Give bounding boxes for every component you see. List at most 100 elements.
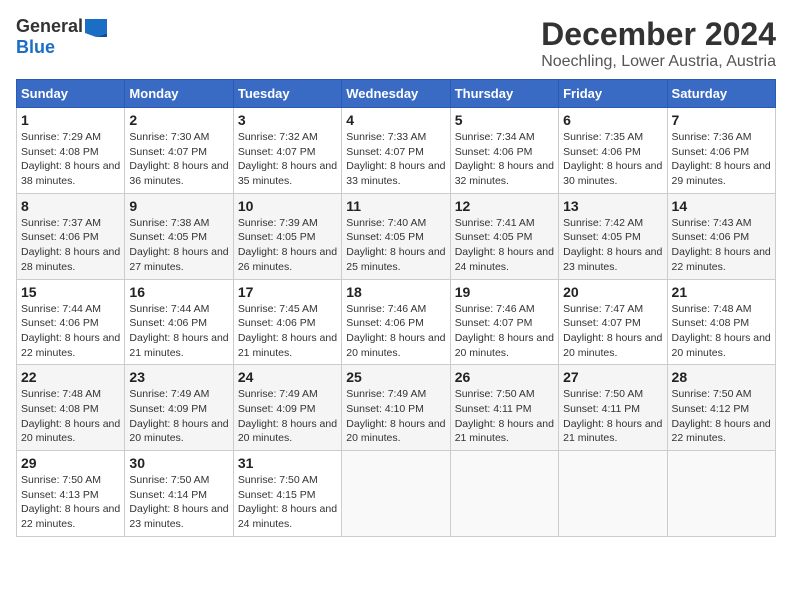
day-number: 31	[238, 455, 337, 471]
calendar-week-4: 22 Sunrise: 7:48 AMSunset: 4:08 PMDayligh…	[17, 365, 776, 451]
day-number: 15	[21, 284, 120, 300]
day-number: 10	[238, 198, 337, 214]
day-info: Sunrise: 7:40 AMSunset: 4:05 PMDaylight:…	[346, 216, 445, 275]
calendar-cell: 16 Sunrise: 7:44 AMSunset: 4:06 PMDayligh…	[125, 279, 233, 365]
logo: General Blue	[16, 16, 107, 58]
day-number: 20	[563, 284, 662, 300]
day-number: 28	[672, 369, 771, 385]
calendar-header-tuesday: Tuesday	[233, 80, 341, 108]
calendar-cell: 4 Sunrise: 7:33 AMSunset: 4:07 PMDaylight…	[342, 108, 450, 194]
calendar-week-2: 8 Sunrise: 7:37 AMSunset: 4:06 PMDaylight…	[17, 193, 776, 279]
day-number: 22	[21, 369, 120, 385]
day-info: Sunrise: 7:50 AMSunset: 4:12 PMDaylight:…	[672, 387, 771, 446]
day-info: Sunrise: 7:50 AMSunset: 4:13 PMDaylight:…	[21, 473, 120, 532]
day-info: Sunrise: 7:44 AMSunset: 4:06 PMDaylight:…	[129, 302, 228, 361]
calendar-cell	[342, 451, 450, 537]
day-info: Sunrise: 7:50 AMSunset: 4:15 PMDaylight:…	[238, 473, 337, 532]
day-info: Sunrise: 7:48 AMSunset: 4:08 PMDaylight:…	[672, 302, 771, 361]
calendar-cell: 10Sunrise: 7:39 AMSunset: 4:05 PMDayligh…	[233, 193, 341, 279]
day-number: 26	[455, 369, 554, 385]
day-info: Sunrise: 7:38 AMSunset: 4:05 PMDaylight:…	[129, 216, 228, 275]
day-number: 23	[129, 369, 228, 385]
day-number: 30	[129, 455, 228, 471]
calendar-cell: 18 Sunrise: 7:46 AMSunset: 4:06 PMDayligh…	[342, 279, 450, 365]
day-number: 3	[238, 112, 337, 128]
day-info: Sunrise: 7:30 AMSunset: 4:07 PMDaylight:…	[129, 130, 228, 189]
location-subtitle: Noechling, Lower Austria, Austria	[541, 53, 776, 71]
calendar-cell: 1Sunrise: 7:29 AMSunset: 4:08 PMDaylight…	[17, 108, 125, 194]
calendar-header-thursday: Thursday	[450, 80, 558, 108]
calendar-cell	[667, 451, 775, 537]
calendar-cell: 25 Sunrise: 7:49 AMSunset: 4:10 PMDayligh…	[342, 365, 450, 451]
day-number: 19	[455, 284, 554, 300]
day-number: 6	[563, 112, 662, 128]
day-number: 5	[455, 112, 554, 128]
title-area: December 2024 Noechling, Lower Austria, …	[541, 16, 776, 71]
day-info: Sunrise: 7:46 AMSunset: 4:07 PMDaylight:…	[455, 302, 554, 361]
day-number: 8	[21, 198, 120, 214]
logo-blue-text: Blue	[16, 37, 55, 58]
calendar-cell: 8 Sunrise: 7:37 AMSunset: 4:06 PMDaylight…	[17, 193, 125, 279]
day-number: 14	[672, 198, 771, 214]
day-number: 9	[129, 198, 228, 214]
day-info: Sunrise: 7:42 AMSunset: 4:05 PMDaylight:…	[563, 216, 662, 275]
day-number: 7	[672, 112, 771, 128]
calendar-cell: 28 Sunrise: 7:50 AMSunset: 4:12 PMDayligh…	[667, 365, 775, 451]
calendar-cell: 3 Sunrise: 7:32 AMSunset: 4:07 PMDaylight…	[233, 108, 341, 194]
day-info: Sunrise: 7:50 AMSunset: 4:11 PMDaylight:…	[455, 387, 554, 446]
calendar-cell: 7Sunrise: 7:36 AMSunset: 4:06 PMDaylight…	[667, 108, 775, 194]
calendar-week-1: 1Sunrise: 7:29 AMSunset: 4:08 PMDaylight…	[17, 108, 776, 194]
day-info: Sunrise: 7:33 AMSunset: 4:07 PMDaylight:…	[346, 130, 445, 189]
day-number: 24	[238, 369, 337, 385]
day-info: Sunrise: 7:49 AMSunset: 4:09 PMDaylight:…	[129, 387, 228, 446]
day-info: Sunrise: 7:32 AMSunset: 4:07 PMDaylight:…	[238, 130, 337, 189]
day-info: Sunrise: 7:47 AMSunset: 4:07 PMDaylight:…	[563, 302, 662, 361]
day-info: Sunrise: 7:49 AMSunset: 4:10 PMDaylight:…	[346, 387, 445, 446]
header: General Blue December 2024 Noechling, Lo…	[16, 16, 776, 71]
calendar-cell	[450, 451, 558, 537]
day-number: 2	[129, 112, 228, 128]
calendar-cell: 19 Sunrise: 7:46 AMSunset: 4:07 PMDayligh…	[450, 279, 558, 365]
calendar-cell	[559, 451, 667, 537]
calendar-cell: 20 Sunrise: 7:47 AMSunset: 4:07 PMDayligh…	[559, 279, 667, 365]
day-number: 25	[346, 369, 445, 385]
calendar-week-3: 15 Sunrise: 7:44 AMSunset: 4:06 PMDayligh…	[17, 279, 776, 365]
day-number: 16	[129, 284, 228, 300]
day-info: Sunrise: 7:35 AMSunset: 4:06 PMDaylight:…	[563, 130, 662, 189]
calendar-cell: 24Sunrise: 7:49 AMSunset: 4:09 PMDayligh…	[233, 365, 341, 451]
calendar-header-row: SundayMondayTuesdayWednesdayThursdayFrid…	[17, 80, 776, 108]
calendar-cell: 21 Sunrise: 7:48 AMSunset: 4:08 PMDayligh…	[667, 279, 775, 365]
logo-icon	[85, 19, 107, 37]
day-number: 17	[238, 284, 337, 300]
calendar-cell: 14 Sunrise: 7:43 AMSunset: 4:06 PMDayligh…	[667, 193, 775, 279]
day-number: 4	[346, 112, 445, 128]
calendar-cell: 23 Sunrise: 7:49 AMSunset: 4:09 PMDayligh…	[125, 365, 233, 451]
calendar-body: 1Sunrise: 7:29 AMSunset: 4:08 PMDaylight…	[17, 108, 776, 537]
day-info: Sunrise: 7:41 AMSunset: 4:05 PMDaylight:…	[455, 216, 554, 275]
calendar-header-wednesday: Wednesday	[342, 80, 450, 108]
day-info: Sunrise: 7:50 AMSunset: 4:11 PMDaylight:…	[563, 387, 662, 446]
day-number: 18	[346, 284, 445, 300]
logo-general-text: General	[16, 16, 83, 37]
day-info: Sunrise: 7:46 AMSunset: 4:06 PMDaylight:…	[346, 302, 445, 361]
day-number: 13	[563, 198, 662, 214]
day-info: Sunrise: 7:45 AMSunset: 4:06 PMDaylight:…	[238, 302, 337, 361]
day-info: Sunrise: 7:48 AMSunset: 4:08 PMDaylight:…	[21, 387, 120, 446]
day-info: Sunrise: 7:43 AMSunset: 4:06 PMDaylight:…	[672, 216, 771, 275]
day-info: Sunrise: 7:37 AMSunset: 4:06 PMDaylight:…	[21, 216, 120, 275]
calendar-cell: 15 Sunrise: 7:44 AMSunset: 4:06 PMDayligh…	[17, 279, 125, 365]
day-number: 12	[455, 198, 554, 214]
calendar-header-friday: Friday	[559, 80, 667, 108]
month-title: December 2024	[541, 16, 776, 53]
day-info: Sunrise: 7:34 AMSunset: 4:06 PMDaylight:…	[455, 130, 554, 189]
calendar-cell: 31 Sunrise: 7:50 AMSunset: 4:15 PMDayligh…	[233, 451, 341, 537]
calendar-table: SundayMondayTuesdayWednesdayThursdayFrid…	[16, 79, 776, 537]
day-number: 21	[672, 284, 771, 300]
calendar-cell: 6 Sunrise: 7:35 AMSunset: 4:06 PMDaylight…	[559, 108, 667, 194]
calendar-cell: 22 Sunrise: 7:48 AMSunset: 4:08 PMDayligh…	[17, 365, 125, 451]
calendar-cell: 17 Sunrise: 7:45 AMSunset: 4:06 PMDayligh…	[233, 279, 341, 365]
calendar-header-saturday: Saturday	[667, 80, 775, 108]
day-info: Sunrise: 7:29 AMSunset: 4:08 PMDaylight:…	[21, 130, 120, 189]
calendar-cell: 13 Sunrise: 7:42 AMSunset: 4:05 PMDayligh…	[559, 193, 667, 279]
day-info: Sunrise: 7:44 AMSunset: 4:06 PMDaylight:…	[21, 302, 120, 361]
